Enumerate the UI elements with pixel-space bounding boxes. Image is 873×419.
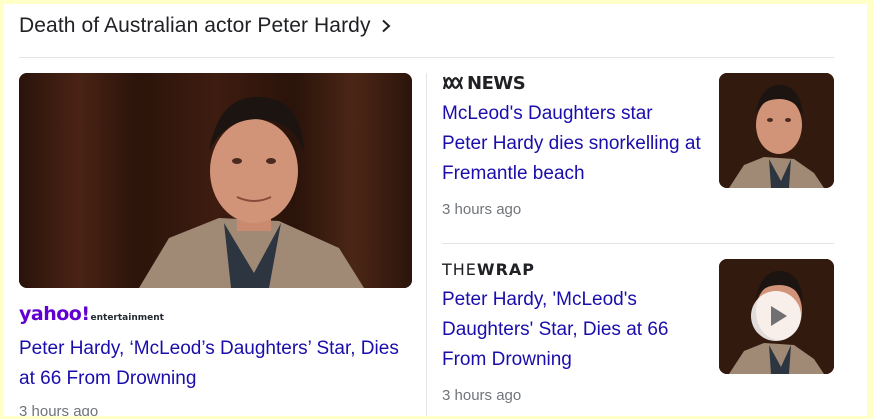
chevron-right-icon	[381, 19, 391, 33]
side-story-abc[interactable]: NEWS McLeod's Daughters star Peter Hardy…	[442, 73, 834, 218]
yahoo-logo-word: yahoo!	[19, 303, 90, 325]
side-story-headline[interactable]: McLeod's Daughters star Peter Hardy dies…	[442, 99, 702, 189]
column-divider	[426, 73, 427, 416]
yahoo-entertainment-logo: yahoo! entertainment	[19, 303, 412, 325]
the-wrap-logo: THE WRAP	[442, 259, 702, 279]
abc-news-logo: NEWS	[442, 72, 702, 94]
abc-news-word: NEWS	[467, 72, 526, 94]
the-wrap-the: THE	[442, 259, 477, 279]
peter-hardy-photo	[19, 73, 412, 288]
topic-header[interactable]: Death of Australian actor Peter Hardy	[19, 14, 393, 38]
yahoo-logo-sub: entertainment	[90, 313, 164, 323]
main-story-time: 3 hours ago	[19, 403, 99, 416]
side-story-time: 3 hours ago	[442, 387, 522, 404]
side-story-text: THE WRAP Peter Hardy, 'McLeod's Daughters…	[442, 259, 702, 405]
story-divider	[442, 243, 834, 244]
peter-hardy-thumbnail	[719, 73, 834, 188]
play-icon[interactable]	[751, 291, 801, 341]
main-story-card[interactable]: yahoo! entertainment Peter Hardy, ‘McLeo…	[19, 73, 412, 416]
play-triangle-icon	[771, 306, 787, 326]
main-story-image[interactable]	[19, 73, 412, 288]
topic-title: Death of Australian actor Peter Hardy	[19, 14, 371, 37]
main-story-headline[interactable]: Peter Hardy, ‘McLeod’s Daughters’ Star, …	[19, 334, 399, 394]
side-story-time: 3 hours ago	[442, 201, 522, 218]
side-story-video-thumbnail[interactable]	[719, 259, 834, 374]
header-divider	[19, 57, 834, 58]
abc-lissajous-icon	[442, 76, 464, 90]
side-story-text: NEWS McLeod's Daughters star Peter Hardy…	[442, 72, 702, 219]
side-story-thumbnail[interactable]	[719, 73, 834, 188]
top-stories-card: Death of Australian actor Peter Hardy ya…	[4, 4, 867, 416]
side-story-thewrap[interactable]: THE WRAP Peter Hardy, 'McLeod's Daughters…	[442, 259, 834, 404]
the-wrap-wrap: WRAP	[476, 259, 535, 279]
side-story-headline[interactable]: Peter Hardy, 'McLeod's Daughters' Star, …	[442, 285, 702, 375]
